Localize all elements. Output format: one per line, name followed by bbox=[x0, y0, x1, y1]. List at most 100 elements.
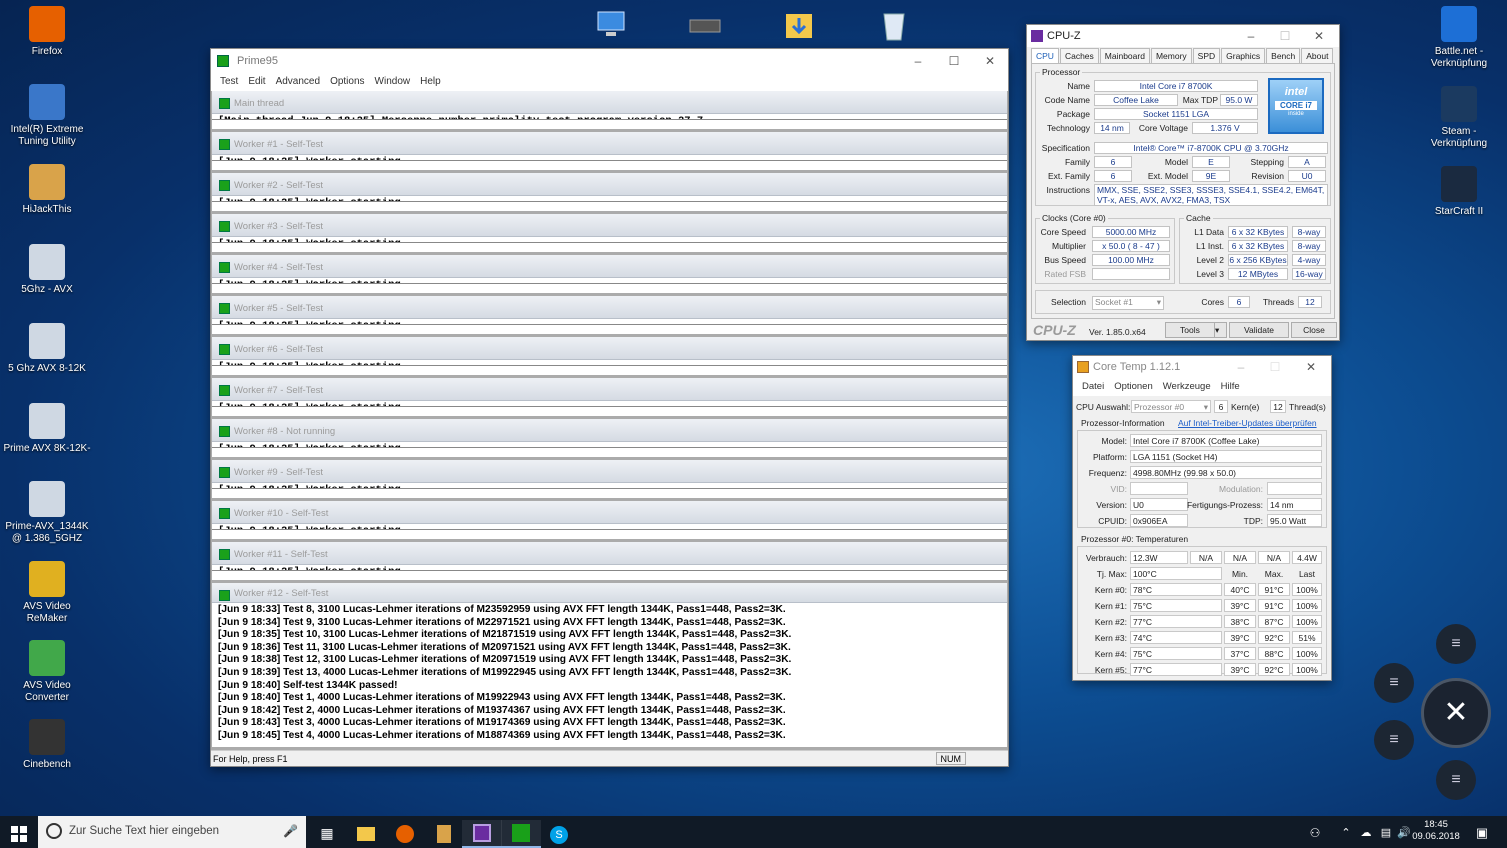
tab-memory[interactable]: Memory bbox=[1150, 48, 1192, 63]
widget-main-dial[interactable]: ✕ bbox=[1421, 678, 1491, 748]
maximize-button[interactable]: ☐ bbox=[1259, 356, 1291, 378]
worker-12-pane[interactable]: Worker #12 - Self-Test [Jun 9 18:33] Test… bbox=[212, 583, 1007, 747]
desktop-icon[interactable]: Prime AVX 8K-12K- bbox=[2, 403, 92, 455]
clock[interactable]: 18:45 09.06.2018 bbox=[1412, 819, 1460, 843]
desktop-icon[interactable]: StarCraft II bbox=[1414, 166, 1504, 218]
desktop-icon[interactable]: Cinebench bbox=[2, 719, 92, 771]
close-button[interactable]: ✕ bbox=[1295, 356, 1327, 378]
worker-pane[interactable]: Worker #3 - Self-Test [Jun 9 18:25] Worke… bbox=[212, 214, 1007, 252]
tab-bench[interactable]: Bench bbox=[1266, 48, 1301, 63]
widget-button-4[interactable]: ≡ bbox=[1436, 760, 1476, 800]
close-button[interactable]: Close bbox=[1291, 322, 1337, 338]
core-label: Kern #3: bbox=[1094, 633, 1127, 643]
coretemp-menubar: Datei Optionen Werkzeuge Hilfe bbox=[1073, 378, 1331, 396]
worker-pane[interactable]: Worker #2 - Self-Test [Jun 9 18:25] Worke… bbox=[212, 173, 1007, 211]
action-center-icon[interactable]: ▣ bbox=[1464, 820, 1500, 848]
file-explorer-icon[interactable] bbox=[346, 820, 386, 848]
menu-item[interactable]: Edit bbox=[248, 76, 265, 87]
minimize-button[interactable]: – bbox=[902, 49, 934, 73]
menu-item[interactable]: Options bbox=[330, 76, 364, 87]
widget-button-3[interactable]: ≡ bbox=[1374, 720, 1414, 760]
menu-item[interactable]: Optionen bbox=[1114, 381, 1153, 392]
worker-pane[interactable]: Worker #7 - Self-Test [Jun 9 18:25] Worke… bbox=[212, 378, 1007, 416]
worker-pane[interactable]: Worker #9 - Self-Test [Jun 9 18:25] Worke… bbox=[212, 460, 1007, 498]
worker-pane[interactable]: Main thread [Main thread Jun 9 18:25] Mer… bbox=[212, 91, 1007, 129]
worker-pane[interactable]: Worker #11 - Self-Test [Jun 9 18:25] Work… bbox=[212, 542, 1007, 580]
microphone-icon[interactable]: 🎤 bbox=[283, 824, 298, 838]
skype-icon[interactable]: S bbox=[539, 820, 579, 848]
people-icon[interactable]: ⚇ bbox=[1300, 820, 1330, 848]
tab-cpu[interactable]: CPU bbox=[1031, 48, 1059, 63]
volume-icon[interactable]: 🔊 bbox=[1394, 820, 1414, 848]
network-icon[interactable]: ▤ bbox=[1376, 820, 1396, 848]
tab-caches[interactable]: Caches bbox=[1059, 48, 1099, 63]
worker-pane[interactable]: Worker #10 - Self-Test [Jun 9 18:25] Work… bbox=[212, 501, 1007, 539]
desktop-icon[interactable]: AVS Video Converter bbox=[2, 640, 92, 704]
worker-pane[interactable]: Worker #4 - Self-Test [Jun 9 18:25] Worke… bbox=[212, 255, 1007, 293]
search-box[interactable]: Zur Suche Text hier eingeben 🎤 bbox=[38, 816, 306, 848]
desktop-icon[interactable]: 5Ghz - AVX bbox=[2, 244, 92, 296]
desktop-icon[interactable]: Firefox bbox=[2, 6, 92, 58]
task-view-button[interactable]: ▦ bbox=[307, 820, 347, 848]
close-button[interactable]: ✕ bbox=[974, 49, 1006, 73]
hijackthis-taskbar-icon[interactable] bbox=[424, 820, 464, 848]
tab-about[interactable]: About bbox=[1301, 48, 1334, 63]
desktop-icon[interactable]: HiJackThis bbox=[2, 164, 92, 216]
stepping-label: Stepping bbox=[1250, 157, 1284, 167]
maximize-button[interactable]: ☐ bbox=[1269, 25, 1301, 47]
cpuz-taskbar-icon[interactable] bbox=[462, 820, 502, 848]
prime95-window[interactable]: Prime95 – ☐ ✕ Test Edit Advanced Options Win… bbox=[210, 48, 1009, 767]
prime95-titlebar[interactable]: Prime95 – ☐ ✕ bbox=[211, 49, 1008, 73]
tab-mainboard[interactable]: Mainboard bbox=[1099, 48, 1150, 63]
desktop-icon[interactable]: 5 Ghz AVX 8-12K bbox=[2, 323, 92, 375]
update-link[interactable]: Auf Intel-Treiber-Updates überprüfen bbox=[1178, 418, 1317, 428]
this-pc-icon[interactable] bbox=[592, 6, 632, 46]
desktop-icon[interactable]: Prime-AVX_1344K @ 1.386_5GHZ bbox=[2, 481, 92, 545]
coretemp-window[interactable]: Core Temp 1.12.1 – ☐ ✕ Datei Optionen Werk… bbox=[1072, 355, 1332, 681]
menu-item[interactable]: Window bbox=[375, 76, 411, 87]
desktop-icon[interactable]: Steam - Verknüpfung bbox=[1414, 86, 1504, 150]
folder-download-icon[interactable] bbox=[780, 6, 820, 46]
tray-chevron-up-icon[interactable]: ⌃ bbox=[1336, 820, 1356, 848]
widget-button-2[interactable]: ≡ bbox=[1374, 663, 1414, 703]
menu-item[interactable]: Hilfe bbox=[1221, 381, 1240, 392]
maximize-button[interactable]: ☐ bbox=[938, 49, 970, 73]
menu-item[interactable]: Werkzeuge bbox=[1163, 381, 1211, 392]
tab-spd[interactable]: SPD bbox=[1192, 48, 1221, 63]
worker-pane[interactable]: Worker #1 - Self-Test [Jun 9 18:25] Worke… bbox=[212, 132, 1007, 170]
worker-pane[interactable]: Worker #8 - Not running [Jun 9 18:25] Wor… bbox=[212, 419, 1007, 457]
prime95-taskbar-icon[interactable] bbox=[501, 820, 541, 848]
menu-item[interactable]: Test bbox=[220, 76, 238, 87]
tab-graphics[interactable]: Graphics bbox=[1221, 48, 1266, 63]
core-max: 91°C bbox=[1258, 599, 1290, 612]
menu-item[interactable]: Datei bbox=[1082, 381, 1104, 392]
desktop-icon[interactable]: Intel(R) Extreme Tuning Utility bbox=[2, 84, 92, 148]
cpuz-window[interactable]: CPU-Z – ☐ ✕ CPU Caches Mainboard Memory SPD G… bbox=[1026, 24, 1340, 341]
cpu-select-dropdown[interactable]: Prozessor #0 ▾ bbox=[1131, 400, 1211, 413]
desktop-icon[interactable]: AVS Video ReMaker bbox=[2, 561, 92, 625]
multiplier-value: x 50.0 ( 8 - 47 ) bbox=[1092, 240, 1170, 252]
instructions-value: MMX, SSE, SSE2, SSE3, SSSE3, SSE4.1, SSE… bbox=[1094, 184, 1328, 206]
worker-pane-title: Worker #1 - Self-Test bbox=[212, 132, 1007, 155]
tools-button[interactable]: Tools ▾ bbox=[1165, 322, 1227, 338]
widget-button-1[interactable]: ≡ bbox=[1436, 624, 1476, 664]
worker-pane-log: [Jun 9 18:25] Worker starting bbox=[212, 565, 1007, 571]
device-icon[interactable] bbox=[686, 6, 726, 46]
recycle-bin-icon[interactable] bbox=[874, 6, 914, 46]
onedrive-icon[interactable]: ☁ bbox=[1356, 820, 1376, 848]
coretemp-titlebar[interactable]: Core Temp 1.12.1 – ☐ ✕ bbox=[1073, 356, 1331, 378]
start-button[interactable] bbox=[0, 820, 38, 848]
menu-item[interactable]: Advanced bbox=[276, 76, 320, 87]
worker-pane[interactable]: Worker #6 - Self-Test [Jun 9 18:25] Worke… bbox=[212, 337, 1007, 375]
cpuz-titlebar[interactable]: CPU-Z – ☐ ✕ bbox=[1027, 25, 1339, 47]
desktop-icon[interactable]: Battle.net - Verknüpfung bbox=[1414, 6, 1504, 70]
menu-item[interactable]: Help bbox=[420, 76, 441, 87]
worker-pane[interactable]: Worker #5 - Self-Test [Jun 9 18:25] Worke… bbox=[212, 296, 1007, 334]
minimize-button[interactable]: – bbox=[1225, 356, 1257, 378]
desktop-icon-label: 5Ghz - AVX bbox=[21, 284, 73, 295]
validate-button[interactable]: Validate bbox=[1229, 322, 1289, 338]
firefox-icon[interactable] bbox=[385, 820, 425, 848]
minimize-button[interactable]: – bbox=[1235, 25, 1267, 47]
close-button[interactable]: ✕ bbox=[1303, 25, 1335, 47]
selection-dropdown[interactable]: Socket #1 ▾ bbox=[1092, 296, 1164, 310]
